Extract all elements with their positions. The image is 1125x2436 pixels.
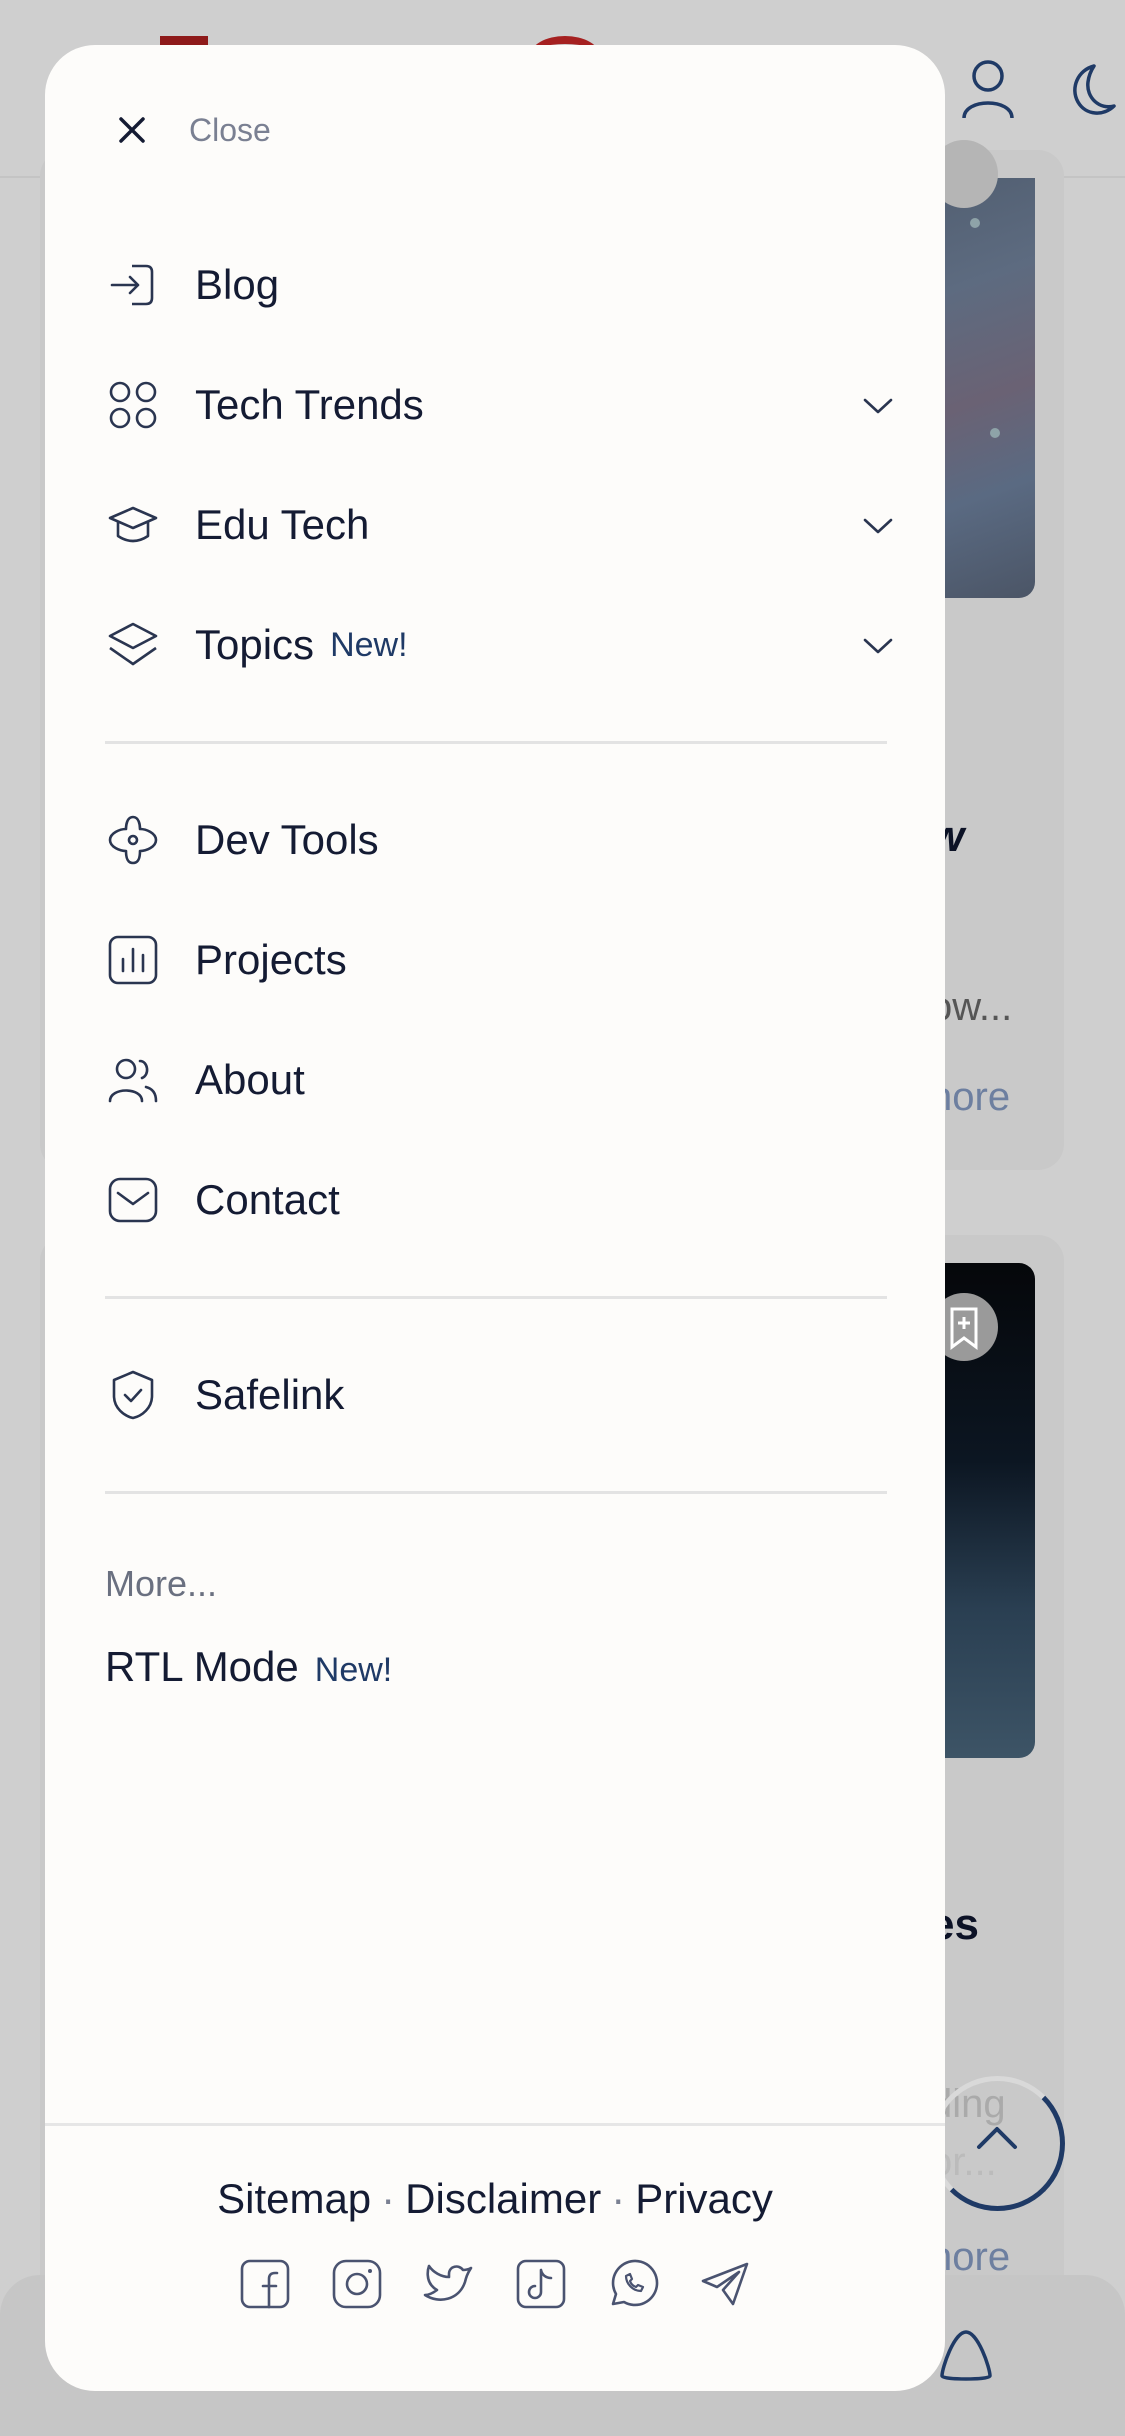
close-label[interactable]: Close [189, 112, 271, 149]
twitter-icon[interactable] [423, 2258, 475, 2310]
footer-links: Sitemap · Disclaimer · Privacy [45, 2175, 945, 2223]
nav-item-dev-tools[interactable]: Dev Tools [105, 805, 895, 875]
tiktok-icon[interactable] [515, 2258, 567, 2310]
more-section-label: More... [105, 1563, 218, 1604]
social-links [45, 2258, 945, 2310]
puzzle-icon [105, 812, 161, 868]
chevron-down-icon[interactable] [861, 388, 895, 422]
whatsapp-icon[interactable] [607, 2258, 659, 2310]
mail-icon [105, 1172, 161, 1228]
nav-item-blog[interactable]: Blog [105, 250, 895, 320]
nav-item-topics[interactable]: Topics New! [105, 610, 895, 680]
sitemap-link[interactable]: Sitemap [217, 2175, 371, 2222]
rtl-mode-toggle[interactable]: RTL Mode New! [105, 1643, 392, 1691]
nav-item-label[interactable]: Contact [195, 1176, 340, 1224]
nav-item-about[interactable]: About [105, 1045, 895, 1115]
footer-divider [45, 2123, 945, 2126]
moon-icon [1058, 62, 1116, 120]
nav-item-projects[interactable]: Projects [105, 925, 895, 995]
menu-divider [105, 741, 887, 744]
close-icon[interactable] [115, 113, 149, 147]
disclaimer-link[interactable]: Disclaimer [405, 2175, 601, 2222]
menu-divider [105, 1491, 887, 1494]
menu-divider [105, 1296, 887, 1299]
chevron-down-icon[interactable] [861, 628, 895, 662]
nav-item-edu-tech[interactable]: Edu Tech [105, 490, 895, 560]
nav-item-tech-trends[interactable]: Tech Trends [105, 370, 895, 440]
home-icon [940, 2330, 992, 2381]
nav-item-label[interactable]: Edu Tech [195, 501, 369, 549]
footer-separator: · [381, 2175, 396, 2222]
layers-icon [105, 617, 161, 673]
nav-item-label[interactable]: Dev Tools [195, 816, 379, 864]
nav-item-label[interactable]: Blog [195, 261, 279, 309]
user-icon [960, 58, 1016, 120]
nav-item-label[interactable]: Projects [195, 936, 347, 984]
scroll-to-top-button [930, 2076, 1065, 2211]
new-badge: New! [330, 625, 408, 664]
nav-item-contact[interactable]: Contact [105, 1165, 895, 1235]
footer-separator: · [611, 2175, 626, 2222]
navigation-drawer: Close Blog Tech Trends Edu Tech Topics N… [45, 45, 945, 2391]
chevron-down-icon[interactable] [861, 508, 895, 542]
telegram-icon[interactable] [699, 2258, 751, 2310]
nav-item-label[interactable]: Safelink [195, 1371, 344, 1419]
users-icon [105, 1052, 161, 1108]
shield-check-icon [105, 1367, 161, 1423]
rtl-mode-label[interactable]: RTL Mode [105, 1643, 299, 1691]
chart-bars-icon [105, 932, 161, 988]
close-button[interactable]: Close [115, 100, 271, 160]
graduation-cap-icon [105, 497, 161, 553]
login-icon [105, 257, 161, 313]
nav-item-label[interactable]: Tech Trends [195, 381, 424, 429]
privacy-link[interactable]: Privacy [635, 2175, 773, 2222]
nav-item-safelink[interactable]: Safelink [105, 1360, 895, 1430]
facebook-icon[interactable] [239, 2258, 291, 2310]
nav-item-label[interactable]: Topics [195, 621, 314, 669]
nav-item-label[interactable]: About [195, 1056, 305, 1104]
instagram-icon[interactable] [331, 2258, 383, 2310]
new-badge: New! [314, 1651, 393, 1689]
grid-circles-icon [105, 377, 161, 433]
